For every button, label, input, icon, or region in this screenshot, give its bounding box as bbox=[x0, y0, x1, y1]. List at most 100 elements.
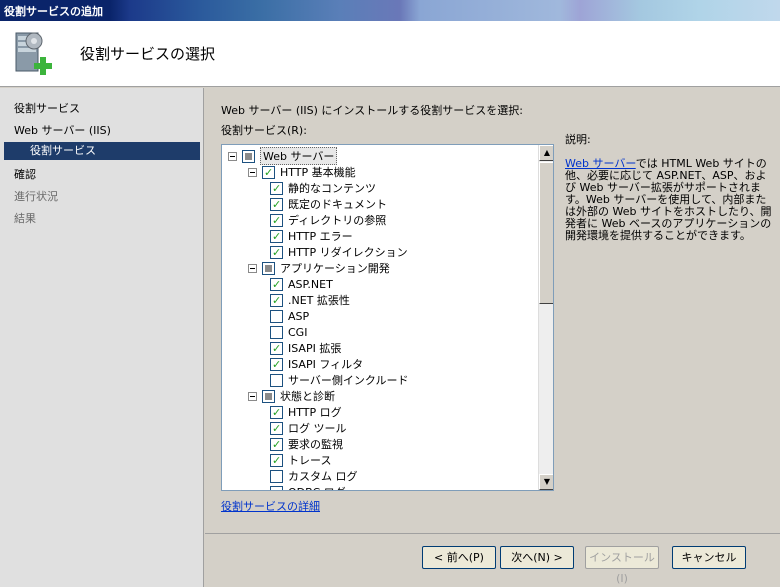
tree-item[interactable]: Web サーバー bbox=[228, 147, 338, 165]
tree-item-checkbox[interactable] bbox=[270, 453, 283, 467]
tree-item-label: HTTP ログ bbox=[288, 406, 342, 419]
tree-item[interactable]: サーバー側インクルード bbox=[270, 372, 409, 388]
nav-item-progress: 進行状況 bbox=[14, 190, 58, 203]
tree-item-label: ASP.NET bbox=[288, 277, 333, 291]
tree-item-checkbox[interactable] bbox=[270, 341, 283, 355]
page-title: 役割サービスの選択 bbox=[80, 45, 216, 63]
tree-item-label: ASP bbox=[288, 309, 310, 323]
tree-item-label: Web サーバー bbox=[260, 147, 338, 165]
collapse-icon[interactable] bbox=[228, 151, 237, 161]
tree-item-label: 静的なコンテンツ bbox=[288, 182, 376, 195]
tree-item-label: ログ ツール bbox=[288, 422, 347, 435]
description-panel: 説明: Web サーバーでは HTML Web サイトの他、必要に応じて ASP… bbox=[565, 134, 775, 242]
tree-item-label: HTTP エラー bbox=[288, 230, 353, 243]
nav-item-confirm[interactable]: 確認 bbox=[14, 166, 36, 182]
tree-item-label: サーバー側インクルード bbox=[288, 374, 409, 387]
tree-item[interactable]: HTTP 基本機能 bbox=[248, 164, 356, 180]
tree-item-checkbox[interactable] bbox=[270, 197, 283, 211]
tree-item[interactable]: 要求の監視 bbox=[270, 436, 343, 452]
role-services-tree[interactable]: Web サーバーHTTP 基本機能静的なコンテンツ既定のドキュメントディレクトリ… bbox=[221, 144, 554, 491]
tree-item[interactable]: ASP.NET bbox=[270, 276, 333, 292]
tree-item-label: アプリケーション開発 bbox=[280, 262, 390, 275]
tree-item[interactable]: ISAPI フィルタ bbox=[270, 356, 363, 372]
tree-item[interactable]: HTTP ログ bbox=[270, 404, 342, 420]
description-body: Web サーバーでは HTML Web サイトの他、必要に応じて ASP.NET… bbox=[565, 158, 775, 242]
description-text: では HTML Web サイトの他、必要に応じて ASP.NET、ASP、および… bbox=[565, 157, 772, 242]
tree-item[interactable]: HTTP エラー bbox=[270, 228, 353, 244]
tree-item-checkbox[interactable] bbox=[262, 165, 275, 179]
tree-item-label: 要求の監視 bbox=[288, 438, 343, 451]
tree-item-label: カスタム ログ bbox=[288, 470, 358, 483]
tree-item[interactable]: アプリケーション開発 bbox=[248, 260, 390, 276]
tree-item-label: ODBC ログ bbox=[288, 484, 346, 490]
nav-item-web-server[interactable]: Web サーバー (IIS) bbox=[14, 122, 111, 138]
collapse-icon[interactable] bbox=[248, 167, 257, 177]
tree-item-checkbox[interactable] bbox=[270, 357, 283, 371]
scroll-up-button[interactable]: ▲ bbox=[539, 145, 553, 161]
tree-item-checkbox[interactable] bbox=[270, 229, 283, 243]
tree-item-checkbox[interactable] bbox=[270, 293, 283, 307]
tree-item[interactable]: ODBC ログ bbox=[270, 484, 346, 490]
tree-item[interactable]: ISAPI 拡張 bbox=[270, 340, 341, 356]
tree-item-checkbox[interactable] bbox=[270, 421, 283, 435]
tree-item-checkbox[interactable] bbox=[270, 325, 283, 339]
tree-item-checkbox[interactable] bbox=[270, 373, 283, 387]
role-services-label: 役割サービス(R): bbox=[221, 124, 307, 137]
tree-item[interactable]: 既定のドキュメント bbox=[270, 196, 387, 212]
tree-item[interactable]: カスタム ログ bbox=[270, 468, 358, 484]
tree-item-checkbox[interactable] bbox=[270, 245, 283, 259]
scroll-thumb[interactable] bbox=[539, 162, 553, 304]
nav-item-role-services-selected[interactable]: 役割サービス bbox=[4, 142, 200, 160]
title-bar[interactable]: 役割サービスの追加 bbox=[0, 0, 780, 21]
tree-item-checkbox[interactable] bbox=[270, 277, 283, 291]
tree-item-checkbox[interactable] bbox=[270, 213, 283, 227]
tree-item-checkbox[interactable] bbox=[262, 389, 275, 403]
tree-item-label: CGI bbox=[288, 325, 308, 339]
tree-item[interactable]: CGI bbox=[270, 324, 307, 340]
collapse-icon[interactable] bbox=[248, 391, 257, 401]
wizard-nav: 役割サービス Web サーバー (IIS) 役割サービス 確認 進行状況 結果 bbox=[0, 88, 204, 587]
tree-item-label: .NET 拡張性 bbox=[288, 294, 350, 307]
tree-item-checkbox[interactable] bbox=[242, 149, 255, 163]
tree-item-label: HTTP 基本機能 bbox=[280, 166, 356, 179]
tree-item[interactable]: ディレクトリの参照 bbox=[270, 212, 386, 228]
back-button[interactable]: < 前へ(P) bbox=[422, 546, 496, 569]
tree-item-label: 既定のドキュメント bbox=[288, 198, 387, 211]
instruction-text: Web サーバー (IIS) にインストールする役割サービスを選択: bbox=[221, 104, 523, 117]
tree-item-label: HTTP リダイレクション bbox=[288, 246, 408, 259]
role-services-details-link[interactable]: 役割サービスの詳細 bbox=[221, 498, 320, 514]
tree-item[interactable]: .NET 拡張性 bbox=[270, 292, 350, 308]
scroll-down-button[interactable]: ▼ bbox=[539, 474, 553, 490]
server-add-icon bbox=[15, 32, 52, 75]
tree-item-label: ISAPI フィルタ bbox=[288, 358, 364, 371]
next-button[interactable]: 次へ(N) > bbox=[500, 546, 574, 569]
tree-item[interactable]: トレース bbox=[270, 452, 331, 468]
tree-item-checkbox[interactable] bbox=[270, 469, 283, 483]
tree-item-label: 状態と診断 bbox=[280, 390, 335, 403]
tree-item-label: トレース bbox=[288, 454, 332, 467]
nav-item-role-services[interactable]: 役割サービス bbox=[14, 100, 80, 116]
tree-item[interactable]: ログ ツール bbox=[270, 420, 347, 436]
description-heading: 説明: bbox=[565, 133, 591, 146]
cancel-button[interactable]: キャンセル bbox=[672, 546, 746, 569]
window-title: 役割サービスの追加 bbox=[4, 5, 103, 18]
page-header: 役割サービスの選択 bbox=[0, 21, 780, 87]
tree-item-label: ディレクトリの参照 bbox=[288, 214, 387, 227]
tree-item-label: ISAPI 拡張 bbox=[288, 342, 342, 355]
tree-item[interactable]: HTTP リダイレクション bbox=[270, 244, 408, 260]
tree-item-checkbox[interactable] bbox=[270, 309, 283, 323]
vertical-scrollbar[interactable]: ▲ ▼ bbox=[538, 145, 553, 490]
tree-item-checkbox[interactable] bbox=[262, 261, 275, 275]
tree-item[interactable]: 静的なコンテンツ bbox=[270, 180, 376, 196]
tree-item-checkbox[interactable] bbox=[270, 405, 283, 419]
tree-item-checkbox[interactable] bbox=[270, 181, 283, 195]
main-panel: Web サーバー (IIS) にインストールする役割サービスを選択: 役割サービ… bbox=[205, 88, 780, 533]
tree-item[interactable]: 状態と診断 bbox=[248, 388, 335, 404]
collapse-icon[interactable] bbox=[248, 263, 257, 273]
button-bar: < 前へ(P) 次へ(N) > インストール(I) キャンセル bbox=[205, 533, 780, 587]
tree-item-checkbox[interactable] bbox=[270, 437, 283, 451]
tree-item[interactable]: ASP bbox=[270, 308, 309, 324]
nav-item-results: 結果 bbox=[14, 212, 36, 225]
install-button: インストール(I) bbox=[585, 546, 659, 585]
tree-item-checkbox[interactable] bbox=[270, 485, 283, 490]
